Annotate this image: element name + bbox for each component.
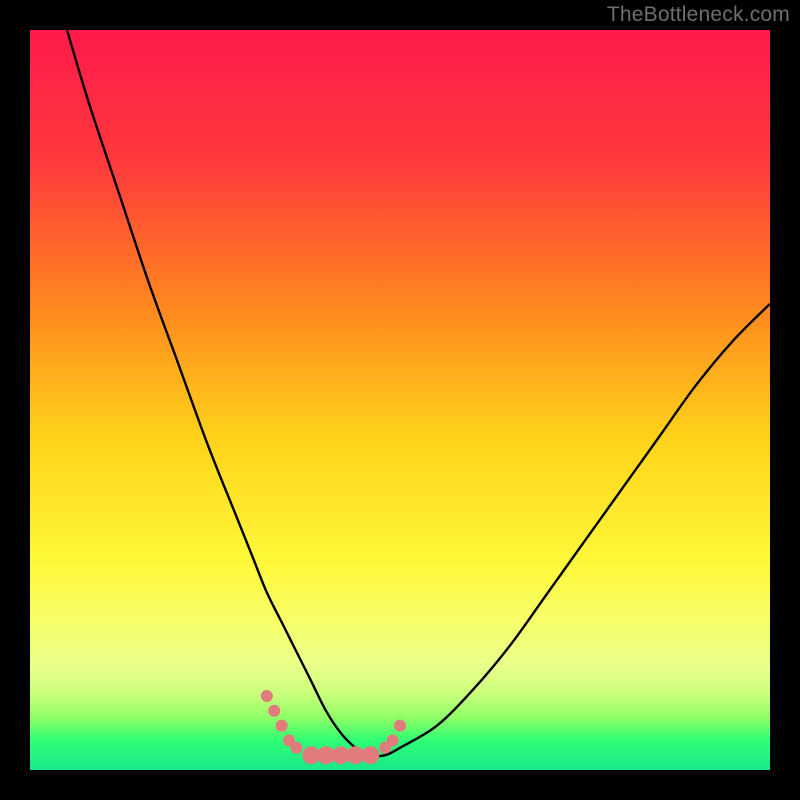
bottleneck-curve-svg [30, 30, 770, 770]
marker-left-cluster [276, 720, 288, 732]
marker-right-cluster [394, 720, 406, 732]
watermark-text: TheBottleneck.com [607, 3, 790, 27]
marker-valley [361, 746, 379, 764]
marker-left-cluster [268, 705, 280, 717]
marker-left-cluster [290, 742, 302, 754]
curve-markers [261, 690, 406, 764]
bottleneck-curve [67, 30, 770, 756]
marker-right-cluster [387, 734, 399, 746]
marker-left-cluster [261, 690, 273, 702]
chart-frame: TheBottleneck.com [0, 0, 800, 800]
